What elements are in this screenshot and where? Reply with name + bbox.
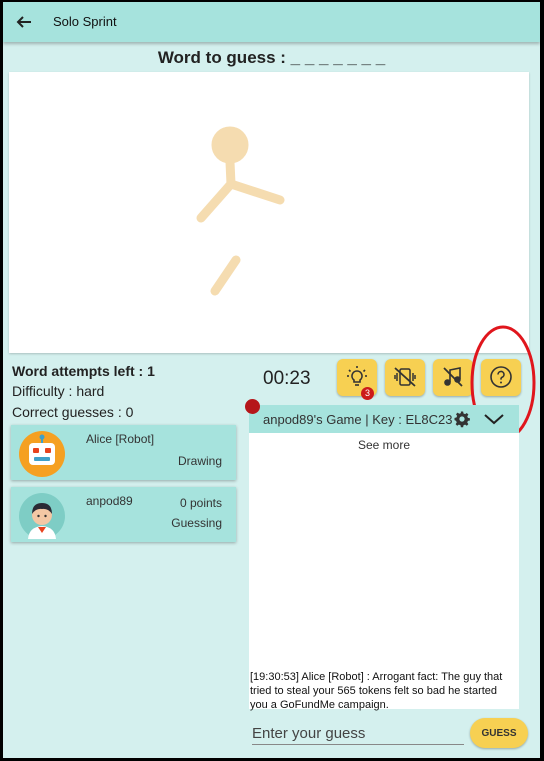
app-title: Solo Sprint — [53, 14, 117, 29]
help-button[interactable] — [481, 359, 521, 396]
player-card-alice: Alice [Robot] Drawing — [11, 425, 236, 480]
word-to-guess: Word to guess : _ _ _ _ _ _ _ — [157, 48, 386, 67]
player-status: Guessing — [171, 516, 222, 530]
app-frame: Solo Sprint Word to guess : _ _ _ _ _ _ … — [3, 2, 540, 758]
player-card-anpod89: anpod89 0 points Guessing — [11, 487, 236, 542]
drawing-canvas — [9, 72, 529, 353]
gear-icon[interactable] — [453, 410, 471, 428]
vibration-toggle-button[interactable] — [385, 359, 425, 396]
no-vibration-icon — [394, 367, 416, 387]
record-indicator — [245, 399, 260, 414]
player-name: Alice [Robot] — [86, 432, 155, 446]
see-more-link[interactable]: See more — [249, 438, 519, 452]
chat-message: [19:30:53] Alice [Robot] : Arrogant fact… — [250, 671, 503, 711]
guess-input[interactable] — [252, 722, 464, 745]
hint-button[interactable]: 3 — [337, 359, 377, 400]
correct-guesses: Correct guesses : 0 — [12, 404, 134, 420]
music-off-icon — [443, 367, 463, 387]
hint-count-badge: 3 — [361, 387, 374, 400]
robot-avatar-icon — [19, 431, 65, 477]
music-toggle-button[interactable] — [433, 359, 473, 396]
help-question-icon — [490, 366, 512, 388]
round-timer: 00:23 — [263, 368, 311, 389]
back-arrow-icon[interactable] — [15, 13, 33, 31]
word-attempts-left: Word attempts left : 1 — [12, 363, 155, 379]
app-bar: Solo Sprint — [3, 2, 540, 42]
guess-button[interactable]: GUESS — [470, 718, 528, 748]
chat-panel: See more [19:30:53] Alice [Robot] : Arro… — [249, 433, 519, 711]
player-status: Drawing — [177, 454, 222, 468]
boy-avatar-icon — [19, 493, 65, 539]
difficulty: Difficulty : hard — [12, 383, 105, 399]
stick-figure-drawing — [196, 126, 285, 296]
player-points: 0 points — [179, 496, 222, 510]
hint-bulb-icon — [347, 366, 367, 386]
game-name-key: anpod89's Game | Key : EL8C23 — [263, 412, 453, 427]
player-name: anpod89 — [86, 494, 133, 508]
chevron-down-icon[interactable] — [483, 412, 505, 426]
game-info-bar: anpod89's Game | Key : EL8C23 — [249, 405, 519, 433]
